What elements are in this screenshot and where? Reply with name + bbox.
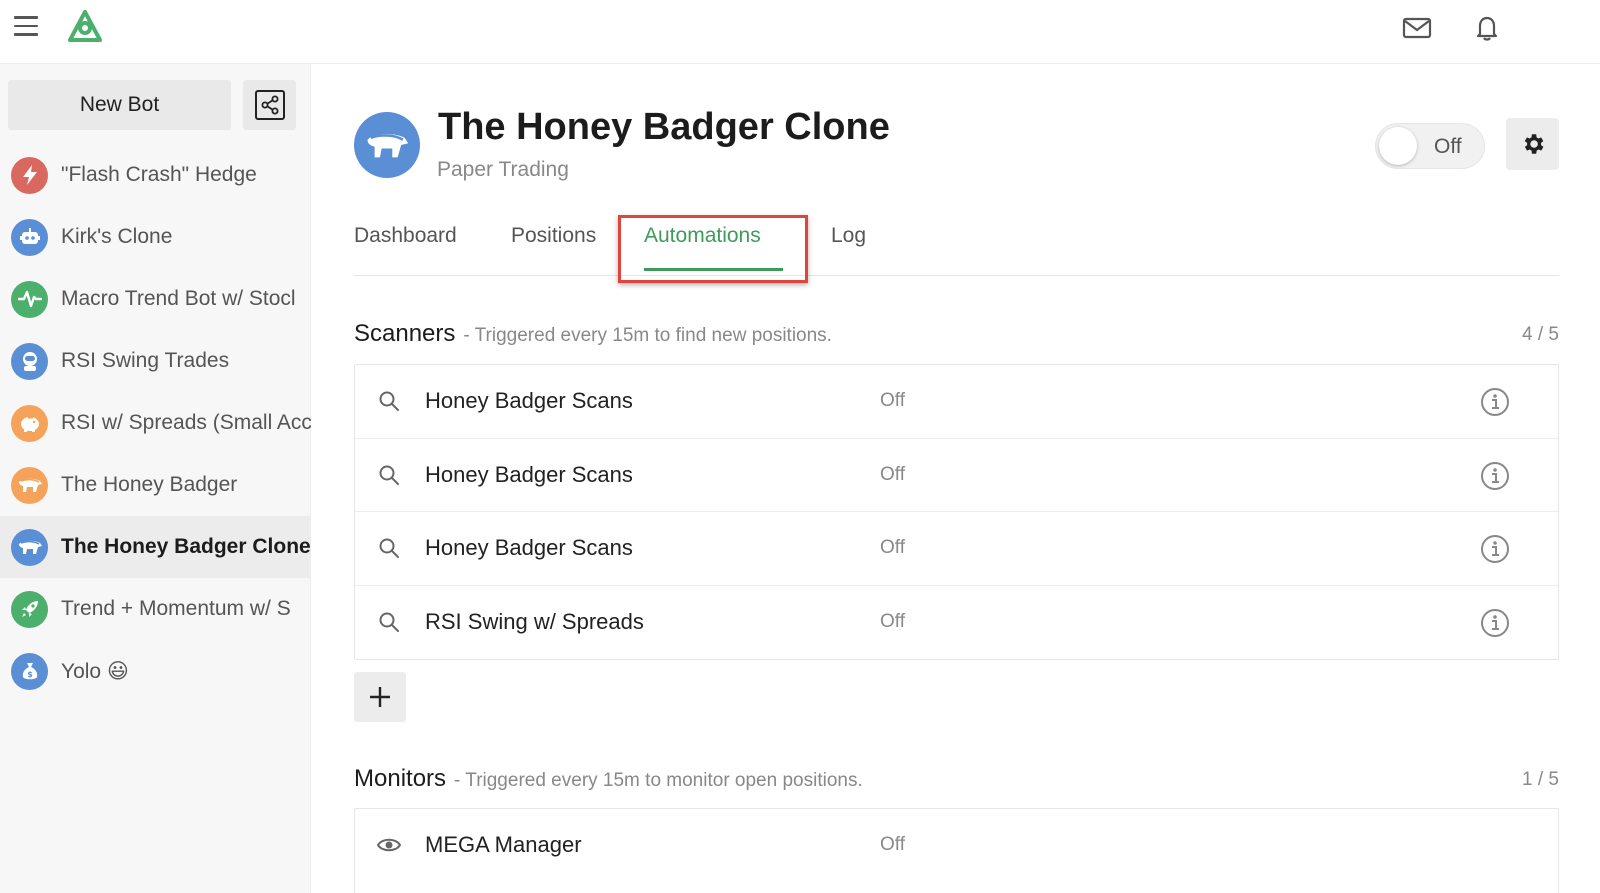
astronaut-icon (11, 342, 48, 380)
page-title: The Honey Badger Clone (438, 106, 890, 148)
scanner-name: Honey Badger Scans (425, 535, 633, 560)
badger-icon (354, 112, 420, 178)
gear-icon (1524, 134, 1543, 154)
bell-icon[interactable] (1472, 14, 1502, 42)
section-count: 1 / 5 (1522, 769, 1559, 790)
sidebar-item-the-honey-badger[interactable]: The Honey Badger (0, 454, 311, 516)
info-icon[interactable] (1479, 460, 1511, 492)
share-icon (254, 90, 285, 120)
sidebar-item-label: Kirk's Clone (61, 225, 173, 248)
toggle-knob (1379, 127, 1417, 165)
section-title: Scanners (354, 320, 456, 347)
search-icon (379, 465, 399, 485)
sidebar-item-label: "Flash Crash" Hedge (61, 163, 257, 186)
scanner-name: RSI Swing w/ Spreads (425, 608, 644, 634)
list-item[interactable]: Honey Badger Scans Off (355, 512, 1558, 586)
tab-log[interactable]: Log (831, 224, 866, 248)
sidebar-item-flash-crash-hedge[interactable]: "Flash Crash" Hedge (0, 144, 311, 206)
search-icon (379, 538, 399, 558)
sidebar-item-trend-momentum[interactable]: Trend + Momentum w/ S (0, 578, 311, 640)
sidebar-item-label: RSI Swing Trades (61, 349, 230, 372)
info-icon[interactable] (1479, 386, 1511, 418)
bot-list: "Flash Crash" Hedge Kirk's Clone Macro T… (0, 144, 311, 702)
new-bot-button[interactable]: New Bot (8, 80, 231, 130)
main-content: The Honey Badger Clone Paper Trading Off… (311, 64, 1600, 893)
tab-dashboard[interactable]: Dashboard (354, 224, 457, 248)
sidebar-item-label: The Honey Badger Clone (61, 535, 311, 558)
logo-icon[interactable] (64, 8, 106, 46)
robot-icon (11, 218, 48, 256)
menu-icon[interactable] (14, 16, 40, 38)
sidebar-item-the-honey-badger-clone[interactable]: The Honey Badger Clone (0, 516, 311, 578)
status-text: Off (880, 834, 905, 855)
section-title: Monitors (354, 765, 447, 792)
share-button[interactable] (243, 80, 296, 130)
piggy-bank-icon (11, 404, 48, 442)
info-icon[interactable] (1479, 533, 1511, 565)
badger-icon (11, 466, 48, 504)
monitor-name: MEGA Manager (425, 832, 582, 857)
active-tab-indicator (644, 268, 783, 271)
sidebar-item-rsi-spreads-small-acc[interactable]: RSI w/ Spreads (Small Acc (0, 392, 311, 454)
section-count: 4 / 5 (1522, 324, 1559, 345)
sidebar-item-label: Macro Trend Bot w/ Stocl (61, 287, 296, 310)
info-icon[interactable] (1479, 607, 1511, 639)
sidebar-item-kirks-clone[interactable]: Kirk's Clone (0, 206, 311, 268)
scanner-name: Honey Badger Scans (425, 461, 633, 487)
scanners-list: Honey Badger Scans Off Honey Badger Scan… (354, 364, 1559, 660)
section-description: - Triggered every 15m to find new positi… (463, 325, 832, 346)
scanners-section-header: Scanners - Triggered every 15m to find ne… (354, 320, 1559, 350)
svg-text:$: $ (27, 670, 33, 679)
plus-icon (370, 687, 390, 707)
list-item[interactable]: MEGA Manager Off (355, 809, 1558, 883)
sidebar-item-macro-trend-bot[interactable]: Macro Trend Bot w/ Stocl (0, 268, 311, 330)
sidebar-item-label: RSI w/ Spreads (Small Acc (61, 411, 311, 434)
sidebar-item-rsi-swing-trades[interactable]: RSI Swing Trades (0, 330, 311, 392)
lightning-icon (11, 156, 48, 194)
search-icon (379, 612, 399, 632)
bot-toggle[interactable]: Off (1375, 123, 1485, 169)
badger-icon (11, 528, 48, 566)
tab-bar: Dashboard Positions Automations Log (354, 204, 1559, 276)
scanner-name: Honey Badger Scans (425, 388, 633, 413)
toggle-label: Off (1434, 135, 1462, 158)
pulse-icon (11, 280, 48, 318)
page-subtitle: Paper Trading (437, 158, 569, 181)
sidebar-item-label: Trend + Momentum w/ S (61, 597, 291, 620)
sidebar-item-yolo[interactable]: $ Yolo 😃 (0, 640, 311, 702)
status-text: Off (880, 610, 905, 632)
settings-button[interactable] (1506, 118, 1559, 170)
search-icon (379, 391, 399, 411)
tab-positions[interactable]: Positions (511, 224, 596, 248)
sidebar: New Bot "Flash Crash" Hedge Kirk's Clone… (0, 64, 311, 893)
sidebar-item-label: Yolo 😃 (61, 659, 129, 683)
list-item[interactable]: Honey Badger Scans Off (355, 439, 1558, 512)
status-text: Off (880, 537, 905, 558)
add-scanner-button[interactable] (354, 672, 406, 722)
top-bar (0, 0, 1600, 64)
eye-icon (377, 838, 401, 852)
status-text: Off (880, 463, 905, 485)
section-description: - Triggered every 15m to monitor open po… (454, 770, 863, 791)
rocket-icon (11, 590, 48, 628)
mail-icon[interactable] (1402, 14, 1432, 42)
status-text: Off (880, 390, 905, 411)
money-bag-icon: $ (11, 652, 48, 690)
sidebar-item-label: The Honey Badger (61, 473, 238, 496)
list-item[interactable]: Honey Badger Scans Off (355, 365, 1558, 439)
list-item[interactable]: RSI Swing w/ Spreads Off (355, 586, 1558, 660)
tab-automations[interactable]: Automations (644, 224, 761, 248)
monitors-list: MEGA Manager Off (354, 808, 1559, 893)
monitors-section-header: Monitors - Triggered every 15m to monitor… (354, 765, 1559, 795)
